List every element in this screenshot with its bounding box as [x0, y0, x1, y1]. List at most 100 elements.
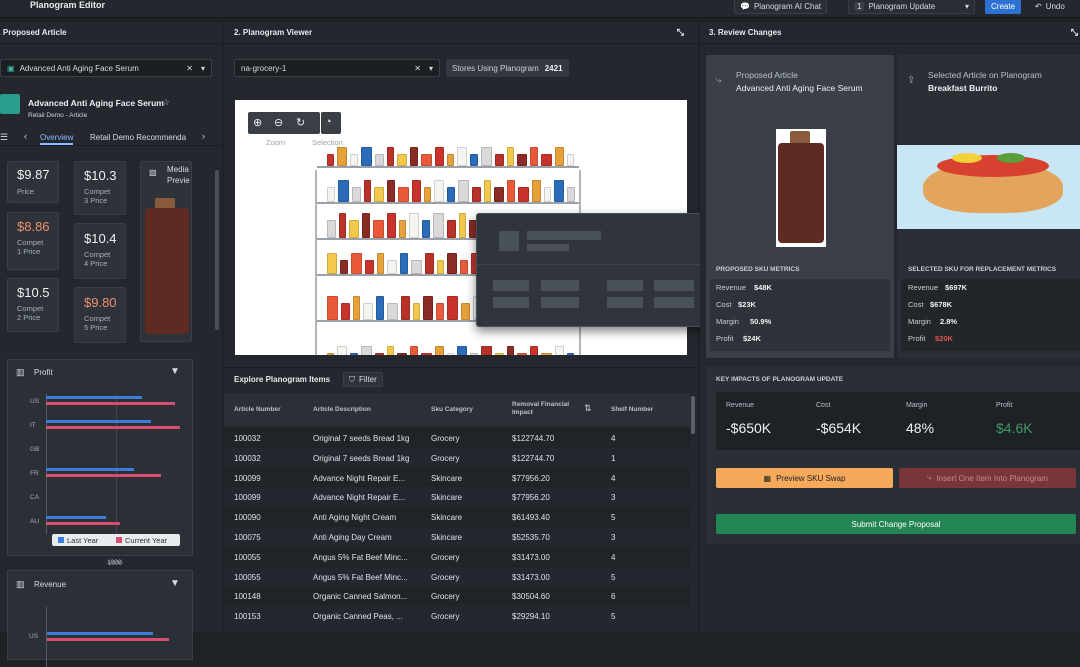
product-facing[interactable]: [376, 296, 384, 320]
table-row[interactable]: 100055 Angus 5% Fat Beef Minc... Grocery $3…: [224, 566, 690, 587]
col-article-description[interactable]: Article Description: [313, 406, 371, 413]
menu-icon[interactable]: ☰: [0, 132, 8, 143]
product-facing[interactable]: [409, 213, 419, 238]
product-facing[interactable]: [422, 220, 430, 238]
chevron-left-icon[interactable]: ‹: [24, 131, 27, 141]
table-row[interactable]: 100153 Organic Canned Peas, ... Grocery $29…: [224, 606, 690, 627]
filter-icon[interactable]: ▼: [170, 366, 180, 377]
product-facing[interactable]: [434, 180, 444, 202]
product-facing[interactable]: [567, 187, 575, 202]
product-facing[interactable]: [375, 154, 384, 166]
table-row[interactable]: 100099 Advance Night Repair E... Skincare $…: [224, 467, 690, 488]
product-facing[interactable]: [401, 296, 410, 320]
col-removal-impact[interactable]: Removal Financial Impact: [512, 401, 582, 417]
selection-tool[interactable]: ◔: [321, 112, 341, 134]
product-facing[interactable]: [399, 220, 406, 238]
table-row[interactable]: 100032 Original 7 seeds Bread 1kg Grocery $…: [224, 447, 690, 468]
product-facing[interactable]: [530, 346, 538, 355]
product-facing[interactable]: [337, 147, 347, 166]
product-facing[interactable]: [352, 187, 361, 202]
product-facing[interactable]: [387, 260, 397, 274]
product-facing[interactable]: [341, 303, 350, 320]
product-facing[interactable]: [361, 147, 372, 166]
caret-down-icon[interactable]: ▾: [201, 64, 205, 73]
product-facing[interactable]: [494, 187, 504, 202]
product-facing[interactable]: [470, 154, 478, 166]
table-row[interactable]: 100099 Advance Night Repair E... Skincare $…: [224, 487, 690, 508]
product-facing[interactable]: [458, 180, 469, 202]
product-facing[interactable]: [447, 353, 454, 355]
product-facing[interactable]: [351, 253, 362, 274]
product-facing[interactable]: [447, 296, 458, 320]
table-scrollbar[interactable]: [691, 396, 695, 434]
product-facing[interactable]: [421, 154, 432, 166]
tab-recommendations[interactable]: Retail Demo Recommenda: [90, 133, 190, 142]
product-facing[interactable]: [459, 213, 466, 238]
product-facing[interactable]: [350, 353, 358, 355]
ai-chat-button[interactable]: 💬 Planogram AI Chat: [734, 0, 828, 14]
scrollbar[interactable]: [215, 170, 219, 330]
product-facing[interactable]: [339, 213, 346, 238]
product-facing[interactable]: [532, 180, 541, 202]
product-facing[interactable]: [484, 180, 491, 202]
table-row[interactable]: 100148 Organic Canned Salmon... Grocery $30…: [224, 586, 690, 607]
product-facing[interactable]: [387, 303, 398, 320]
star-icon[interactable]: ☆: [162, 97, 170, 108]
product-facing[interactable]: [387, 346, 394, 355]
table-row[interactable]: 100032 Original 7 seeds Bread 1kg Grocery $…: [224, 428, 690, 448]
clear-icon[interactable]: ✕: [186, 64, 193, 73]
undo-button[interactable]: ↶ Undo: [1030, 0, 1070, 14]
product-facing[interactable]: [387, 180, 395, 202]
product-facing[interactable]: [397, 154, 407, 166]
product-facing[interactable]: [338, 180, 349, 202]
product-facing[interactable]: [350, 154, 358, 166]
product-facing[interactable]: [397, 353, 407, 355]
product-facing[interactable]: [481, 147, 492, 166]
product-facing[interactable]: [398, 187, 409, 202]
product-facing[interactable]: [555, 346, 564, 355]
product-facing[interactable]: [337, 346, 347, 355]
product-facing[interactable]: [481, 346, 492, 355]
product-facing[interactable]: [530, 147, 538, 166]
tab-overview[interactable]: Overview: [40, 133, 74, 145]
product-facing[interactable]: [461, 303, 470, 320]
product-facing[interactable]: [447, 187, 455, 202]
product-facing[interactable]: [327, 154, 334, 166]
article-select[interactable]: ▣ Advanced Anti Aging Face Serum ✕ ▾: [0, 59, 212, 77]
product-facing[interactable]: [421, 353, 432, 355]
product-facing[interactable]: [567, 353, 574, 355]
table-row[interactable]: 100055 Angus 5% Fat Beef Minc... Grocery $3…: [224, 546, 690, 567]
product-facing[interactable]: [567, 154, 574, 166]
submit-change-proposal-button[interactable]: Submit Change Proposal: [716, 514, 1076, 534]
product-facing[interactable]: [327, 187, 335, 202]
product-facing[interactable]: [361, 346, 372, 355]
product-facing[interactable]: [436, 303, 444, 320]
product-facing[interactable]: [495, 353, 504, 355]
product-facing[interactable]: [387, 147, 394, 166]
product-facing[interactable]: [541, 154, 552, 166]
product-facing[interactable]: [433, 213, 444, 238]
table-row[interactable]: 100090 Anti Aging Night Cream Skincare $614…: [224, 507, 690, 528]
product-facing[interactable]: [353, 296, 360, 320]
filter-icon[interactable]: ▼: [170, 578, 180, 589]
product-facing[interactable]: [470, 353, 478, 355]
preview-sku-swap-button[interactable]: ▦ Preview SKU Swap: [716, 468, 893, 488]
product-facing[interactable]: [435, 346, 444, 355]
product-facing[interactable]: [387, 213, 396, 238]
chevron-right-icon[interactable]: ›: [202, 131, 205, 141]
collapse-icon[interactable]: ⤡: [677, 27, 684, 38]
product-facing[interactable]: [460, 260, 468, 274]
product-facing[interactable]: [495, 154, 504, 166]
product-facing[interactable]: [555, 147, 564, 166]
product-facing[interactable]: [507, 147, 514, 166]
product-facing[interactable]: [437, 260, 444, 274]
planogram-update-select[interactable]: 1 Planogram Update ▾: [848, 0, 975, 14]
product-facing[interactable]: [544, 187, 551, 202]
product-facing[interactable]: [424, 187, 431, 202]
product-facing[interactable]: [363, 303, 373, 320]
insert-item-button[interactable]: ⤷ Insert One Item Into Planogram: [899, 468, 1076, 488]
product-facing[interactable]: [365, 260, 374, 274]
product-facing[interactable]: [362, 213, 370, 238]
product-facing[interactable]: [517, 353, 527, 355]
product-facing[interactable]: [518, 187, 529, 202]
